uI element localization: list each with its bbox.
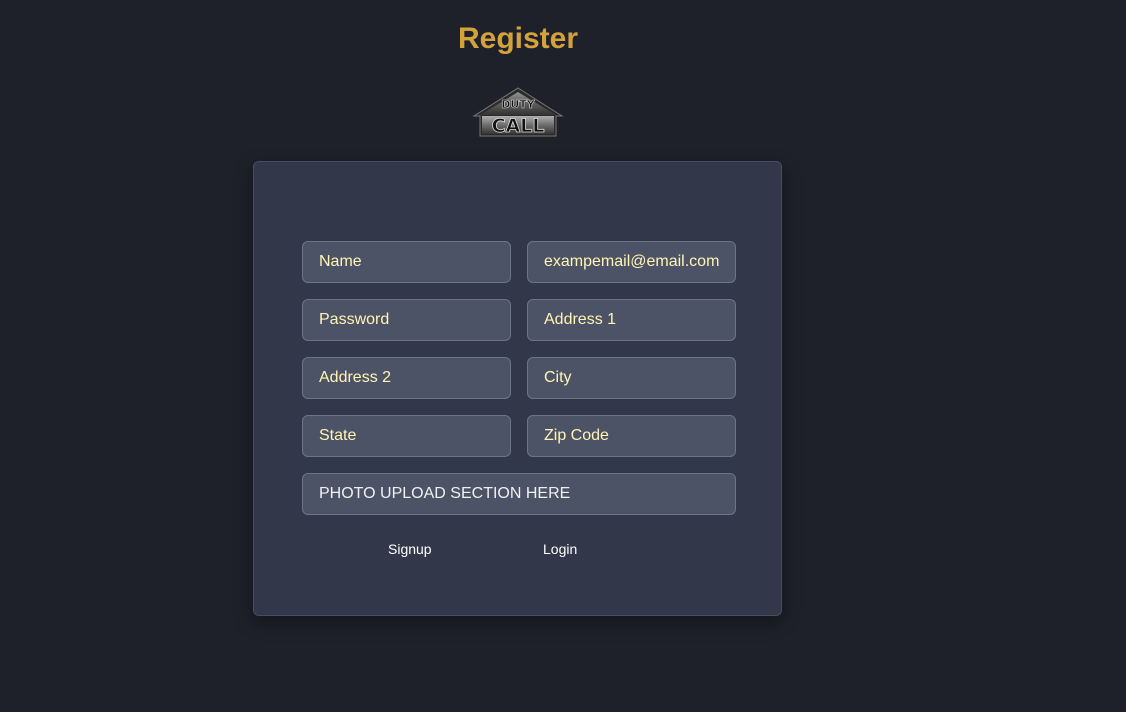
city-field[interactable] bbox=[527, 357, 736, 399]
page-title: Register bbox=[457, 22, 579, 55]
address1-field[interactable] bbox=[527, 299, 736, 341]
name-field[interactable] bbox=[302, 241, 511, 283]
address2-field[interactable] bbox=[302, 357, 511, 399]
photo-upload-section[interactable]: PHOTO UPLOAD SECTION HERE bbox=[302, 473, 736, 515]
register-card: PHOTO UPLOAD SECTION HERE Signup Login bbox=[253, 161, 782, 616]
zip-code-field[interactable] bbox=[527, 415, 736, 457]
email-field[interactable] bbox=[527, 241, 736, 283]
password-field[interactable] bbox=[302, 299, 511, 341]
login-button[interactable]: Login bbox=[543, 541, 577, 557]
logo-text-bottom: CALL bbox=[492, 115, 545, 137]
signup-button[interactable]: Signup bbox=[388, 541, 432, 557]
duty-call-logo-icon: DUTY CALL bbox=[472, 87, 564, 137]
register-page: Register DUTY CALL PHOTO UPLOAD SECTION … bbox=[0, 0, 1126, 712]
logo-text-top: DUTY bbox=[501, 98, 536, 111]
state-field[interactable] bbox=[302, 415, 511, 457]
